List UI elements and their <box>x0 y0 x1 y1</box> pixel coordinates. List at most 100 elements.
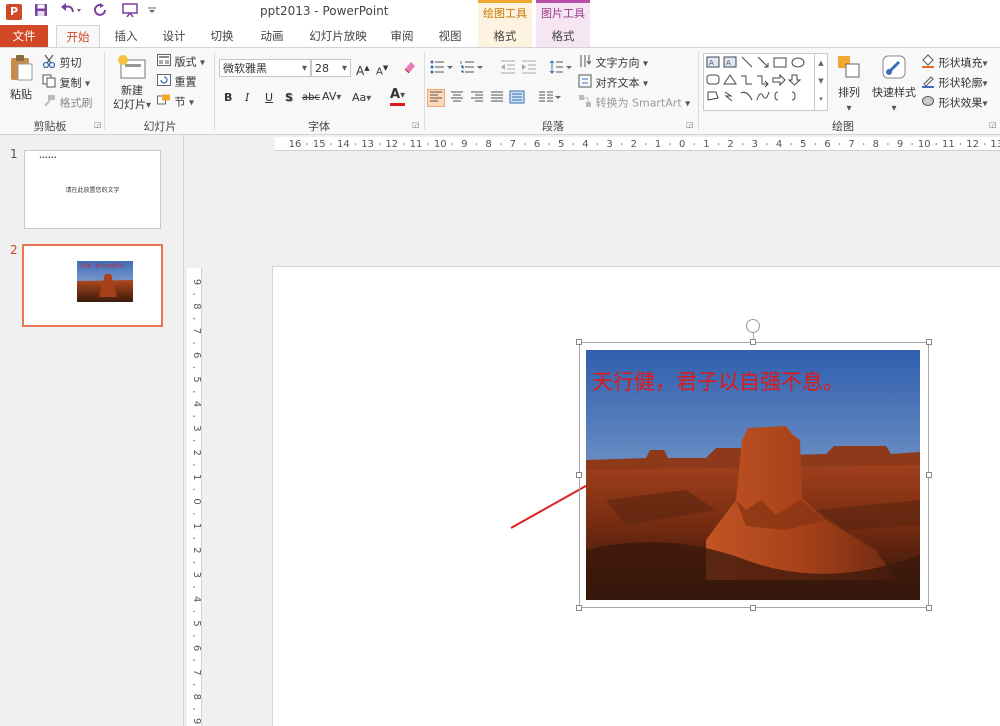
hruler-label: 3 <box>752 139 758 150</box>
vruler-tick <box>193 293 195 295</box>
tab-design[interactable]: 设计 <box>156 25 192 47</box>
shrink-font-button[interactable]: A▼ <box>376 60 388 80</box>
shape-effects-button[interactable]: 形状效果▾ <box>921 94 988 113</box>
grow-font-button[interactable]: A▲ <box>356 60 370 79</box>
paste-button[interactable]: 粘贴 <box>6 54 36 110</box>
layout-button[interactable]: 版式 ▾ <box>157 54 205 72</box>
align-left-icon[interactable] <box>427 89 445 107</box>
section-button[interactable]: 节 ▾ <box>157 94 194 112</box>
vruler-tick <box>193 415 195 417</box>
tab-view[interactable]: 视图 <box>432 25 468 47</box>
line-spacing-icon[interactable] <box>549 60 573 79</box>
font-color-button[interactable]: A▾ <box>390 88 406 106</box>
slide-caption-text[interactable]: 天行健，君子以自强不息。 <box>592 366 844 396</box>
resize-handle-ne[interactable] <box>926 339 932 345</box>
vruler-label: 9 <box>191 279 201 285</box>
shape-fill-label: 形状填充 <box>938 56 983 70</box>
vruler-label: 9 <box>191 718 201 724</box>
columns-icon[interactable] <box>538 90 562 109</box>
hruler-tick <box>669 143 671 145</box>
tab-insert[interactable]: 插入 <box>108 25 144 47</box>
decrease-indent-icon[interactable] <box>500 60 516 79</box>
section-icon <box>157 94 171 111</box>
vruler-tick <box>193 342 195 344</box>
tab-home[interactable]: 开始 <box>56 25 100 47</box>
hruler-label: 12 <box>966 139 979 150</box>
resize-handle-n[interactable] <box>750 339 756 345</box>
clipboard-launcher-icon[interactable]: ◲ <box>94 120 102 129</box>
change-case-button[interactable]: Aa▾ <box>352 90 371 107</box>
vruler-label: 5 <box>191 620 201 626</box>
paste-icon <box>11 55 33 81</box>
numbering-icon[interactable] <box>460 60 484 79</box>
italic-button[interactable]: I <box>245 90 249 106</box>
resize-handle-sw[interactable] <box>576 605 582 611</box>
format-painter-icon <box>42 94 56 113</box>
font-launcher-icon[interactable]: ◲ <box>412 120 420 129</box>
resize-handle-w[interactable] <box>576 472 582 478</box>
justify-icon[interactable] <box>489 90 505 109</box>
rotate-handle-icon[interactable] <box>746 319 760 333</box>
tab-animations[interactable]: 动画 <box>254 25 290 47</box>
shadow-button[interactable]: S <box>285 90 293 106</box>
hruler-label: 0 <box>679 139 685 150</box>
slide-thumbnail-2[interactable]: 天行健，君子以自强不息。 <box>22 244 163 327</box>
resize-handle-e[interactable] <box>926 472 932 478</box>
resize-handle-se[interactable] <box>926 605 932 611</box>
resize-handle-nw[interactable] <box>576 339 582 345</box>
vruler-tick <box>193 561 195 564</box>
shape-fill-button[interactable]: 形状填充▾ <box>921 54 988 73</box>
distributed-icon[interactable] <box>509 90 525 109</box>
hruler-label: 9 <box>897 139 903 150</box>
shapes-gallery-scroll[interactable]: ▲ ▼ ▾ <box>815 53 828 111</box>
arrange-button[interactable]: 排列 ▾ <box>834 54 864 117</box>
horizontal-ruler: 16 15 14 13 12 11 10 9 8 7 6 5 4 3 2 1 0 1 2 3 4 5 6 7 8 9 10 11 12 1… <box>275 137 1000 151</box>
vruler-label: 1 <box>191 474 201 480</box>
font-name-field[interactable]: 微软雅黑 ▾ <box>219 59 311 77</box>
shapes-gallery[interactable]: A A <box>703 53 815 111</box>
strikethrough-button[interactable]: abc <box>302 90 320 106</box>
cut-button[interactable]: 剪切 <box>42 54 82 73</box>
increase-indent-icon[interactable] <box>521 60 537 79</box>
align-text-button[interactable]: 对齐文本 ▾ <box>578 74 648 93</box>
shape-outline-button[interactable]: 形状轮廓▾ <box>921 74 988 93</box>
new-slide-button[interactable]: 新建 幻灯片▾ <box>110 54 154 113</box>
hruler-tick <box>887 143 889 145</box>
convert-smartart-button[interactable]: 转换为 SmartArt ▾ <box>578 94 690 113</box>
vruler-tick <box>193 610 195 613</box>
format-painter-label: 格式刷 <box>59 96 93 110</box>
hruler-tick <box>693 143 696 145</box>
align-center-icon[interactable] <box>449 90 465 109</box>
format-painter-button[interactable]: 格式刷 <box>42 94 93 113</box>
copy-button[interactable]: 复制 ▾ <box>42 74 90 93</box>
hruler-tick <box>548 143 550 145</box>
tab-review[interactable]: 审阅 <box>384 25 420 47</box>
redo-icon[interactable] <box>92 3 110 21</box>
customize-qat-icon[interactable] <box>146 3 158 21</box>
paragraph-launcher-icon[interactable]: ◲ <box>686 120 694 129</box>
start-slideshow-icon[interactable] <box>120 3 140 21</box>
reset-button[interactable]: 重置 <box>157 74 197 91</box>
drawing-launcher-icon[interactable]: ◲ <box>989 120 997 129</box>
tab-transitions[interactable]: 切换 <box>204 25 240 47</box>
quick-styles-label: 快速样式 <box>872 86 916 99</box>
align-right-icon[interactable] <box>469 90 485 109</box>
bold-button[interactable]: B <box>224 90 232 106</box>
clear-formatting-icon[interactable] <box>402 59 418 80</box>
tab-format-drawing[interactable]: 格式 <box>478 25 532 47</box>
save-icon[interactable] <box>32 3 50 21</box>
slide-thumbnail-1[interactable]: •••••• 请在此放置您的文字 <box>24 150 161 229</box>
undo-icon[interactable] <box>58 3 84 21</box>
quick-styles-button[interactable]: 快速样式 ▾ <box>870 54 918 117</box>
resize-handle-s[interactable] <box>750 605 756 611</box>
tab-slideshow[interactable]: 幻灯片放映 <box>302 25 374 47</box>
char-spacing-button[interactable]: AV▾ <box>322 89 341 106</box>
font-size-field[interactable]: 28 ▾ <box>311 59 351 77</box>
vruler-tick <box>193 439 195 442</box>
tab-format-picture[interactable]: 格式 <box>536 25 590 47</box>
underline-button[interactable]: U <box>265 90 273 106</box>
tab-file[interactable]: 文件 <box>0 25 48 47</box>
bullets-icon[interactable] <box>430 60 454 79</box>
pen-icon <box>921 74 935 93</box>
text-direction-button[interactable]: 文字方向 ▾ <box>578 54 648 73</box>
